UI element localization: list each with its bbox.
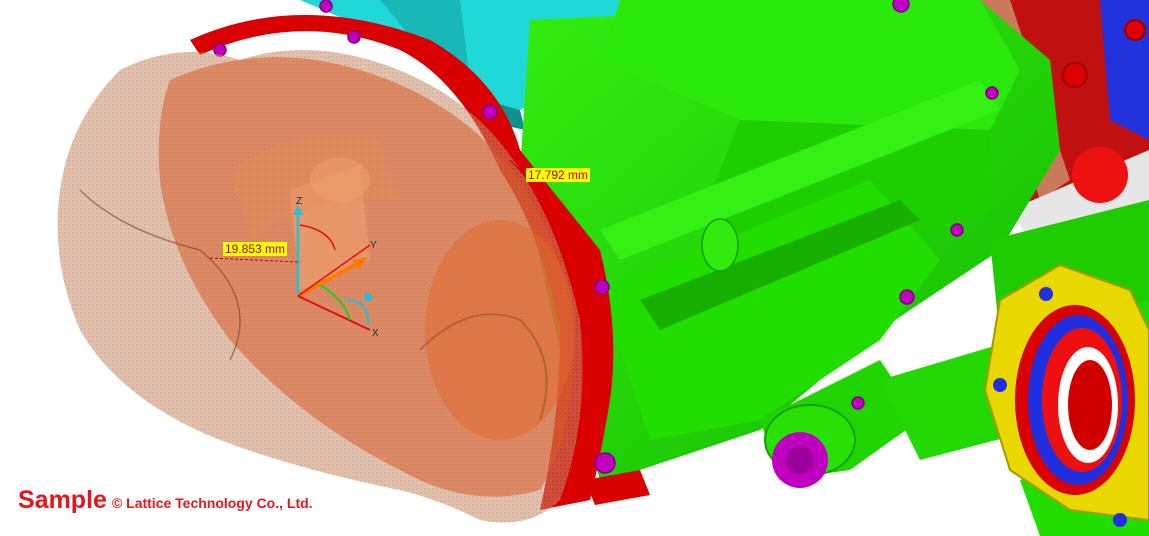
bearing-flange	[983, 263, 1149, 527]
dimension-label-1[interactable]: 17.792 mm	[526, 168, 591, 182]
watermark-sample: Sample	[18, 486, 107, 514]
watermark: Sample © Lattice Technology Co., Ltd.	[18, 486, 313, 515]
3d-viewport[interactable]: Z Y X 17.792 mm 19.853 mm Sample © Lattic…	[0, 0, 1149, 536]
model-scene[interactable]: Z Y X	[0, 0, 1149, 536]
watermark-copyright: © Lattice Technology Co., Ltd.	[111, 495, 313, 511]
axis-label-x: X	[372, 328, 379, 339]
dimension-label-2[interactable]: 19.853 mm	[223, 242, 288, 256]
axis-label-z: Z	[296, 196, 302, 207]
axis-label-y: Y	[370, 240, 377, 251]
